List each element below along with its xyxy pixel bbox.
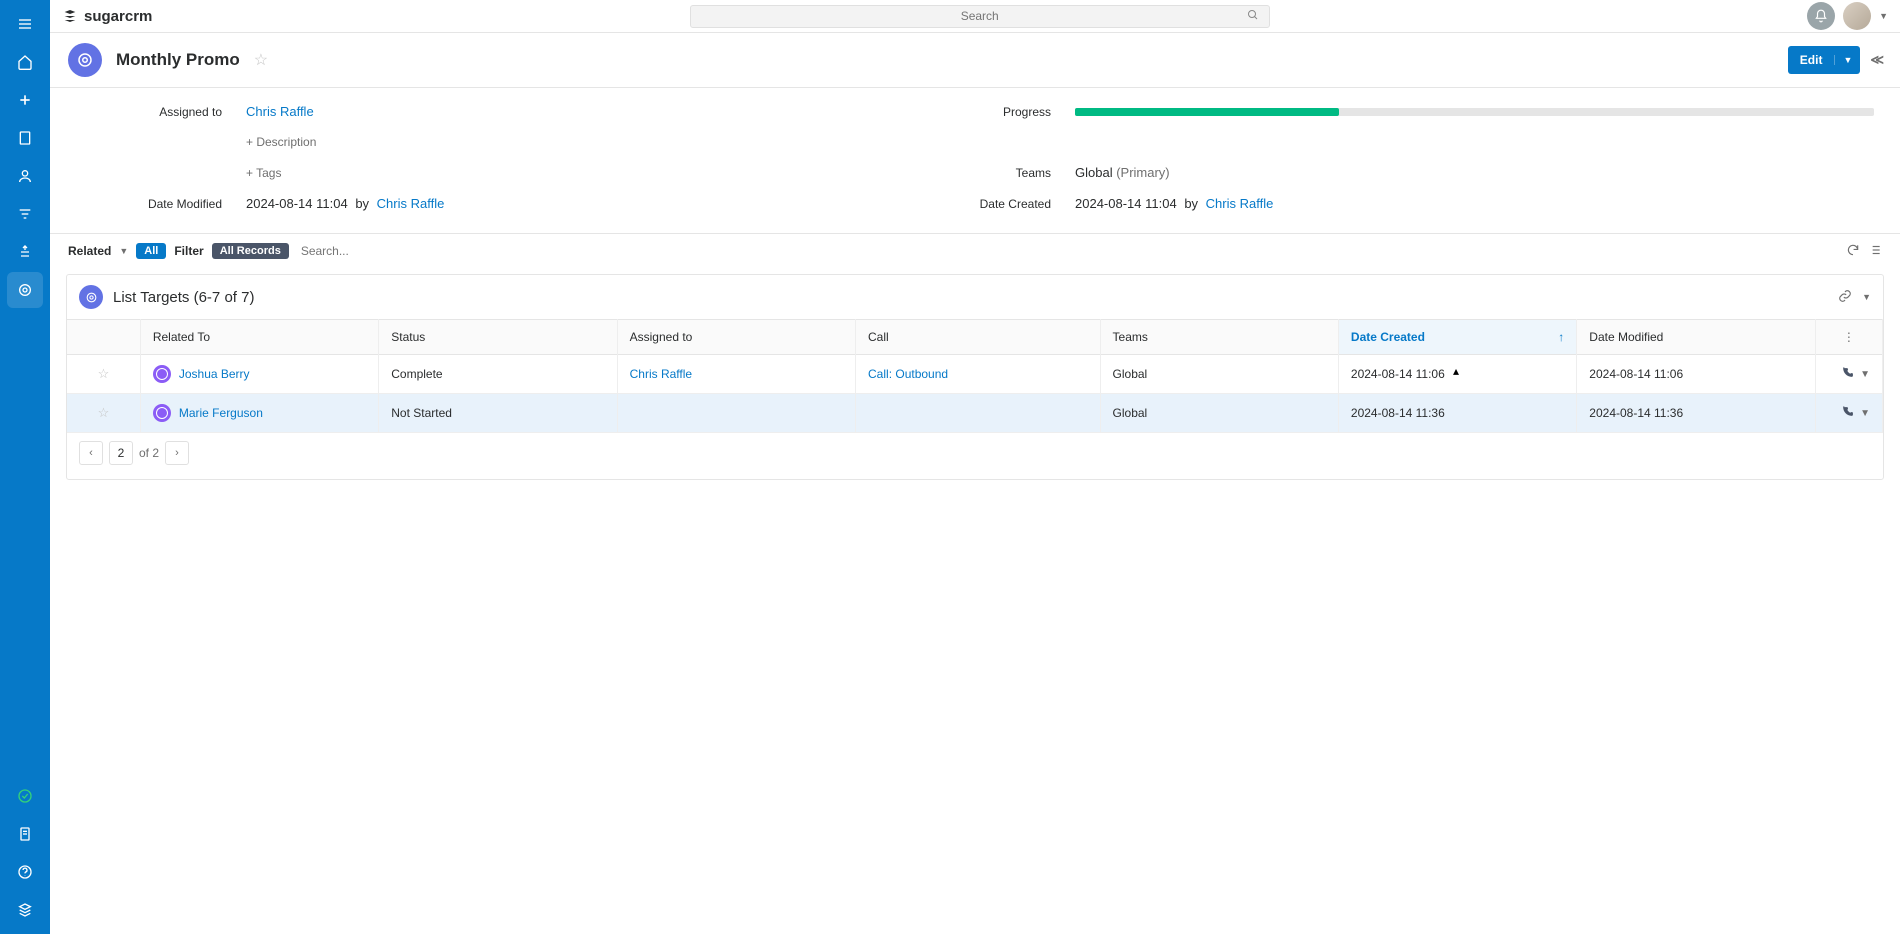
row-menu-chevron[interactable]: ▼ (1860, 408, 1870, 419)
record-title: Monthly Promo (116, 50, 240, 70)
record-details: Assigned to Chris Raffle Progress + Desc… (50, 88, 1900, 234)
row-menu-chevron[interactable]: ▼ (1860, 369, 1870, 380)
home-icon[interactable] (7, 44, 43, 80)
targets-icon[interactable] (7, 272, 43, 308)
global-search[interactable] (690, 5, 1270, 28)
list-targets-panel: List Targets (6-7 of 7) ▼ Related To Sta… (66, 274, 1884, 480)
date-created-cell: 2024-08-14 11:06 (1338, 355, 1576, 394)
status-icon[interactable] (7, 778, 43, 814)
status-cell: Complete (379, 355, 617, 394)
col-assigned-to[interactable]: Assigned to (617, 320, 855, 355)
col-date-created[interactable]: Date Created↑ (1338, 320, 1576, 355)
list-targets-table: Related To Status Assigned to Call Teams… (67, 319, 1883, 433)
assigned-to-link[interactable]: Chris Raffle (630, 367, 692, 381)
brand-text: sugarcrm (84, 8, 152, 25)
plus-icon[interactable] (7, 82, 43, 118)
date-modified-label: Date Modified (76, 197, 246, 211)
filter-search-input[interactable] (297, 240, 1838, 262)
help-icon[interactable] (7, 854, 43, 890)
date-created-label: Date Created (975, 197, 1075, 211)
phone-icon[interactable] (1841, 405, 1854, 421)
person-avatar-icon (153, 365, 171, 383)
col-teams[interactable]: Teams (1100, 320, 1338, 355)
related-label[interactable]: Related (68, 244, 111, 258)
modified-by-link[interactable]: Chris Raffle (377, 196, 445, 211)
date-modified-cell: 2024-08-14 11:36 (1577, 394, 1815, 433)
related-filter-bar: Related ▼ All Filter All Records (50, 234, 1900, 268)
teams-cell: Global (1100, 355, 1338, 394)
panel-chevron-icon[interactable]: ▼ (1862, 292, 1871, 302)
date-created-value: 2024-08-14 11:04 by Chris Raffle (1075, 196, 1273, 211)
add-tags-link[interactable]: + Tags (246, 166, 281, 180)
edit-button[interactable]: Edit ▼ (1788, 46, 1861, 74)
edit-button-label: Edit (1788, 53, 1835, 67)
table-row[interactable]: ☆ Marie Ferguson Not Started Global 2024… (67, 394, 1883, 433)
collapse-panel-icon[interactable]: ≪ (1864, 52, 1884, 68)
assigned-to-value[interactable]: Chris Raffle (246, 104, 314, 119)
status-cell: Not Started (379, 394, 617, 433)
search-input[interactable] (701, 9, 1259, 23)
record-header: Monthly Promo ☆ Edit ▼ ≪ (50, 33, 1900, 88)
user-avatar[interactable] (1843, 2, 1871, 30)
date-modified-value: 2024-08-14 11:04 by Chris Raffle (246, 196, 444, 211)
teams-label: Teams (975, 166, 1075, 180)
row-star-icon[interactable]: ☆ (98, 366, 110, 381)
date-modified-cell: 2024-08-14 11:06 (1577, 355, 1815, 394)
document-icon[interactable] (7, 816, 43, 852)
table-row[interactable]: ☆ Joshua Berry Complete Chris Raffle Cal… (67, 355, 1883, 394)
related-to-link[interactable]: Marie Ferguson (179, 406, 263, 420)
edit-dropdown-icon[interactable]: ▼ (1834, 55, 1860, 65)
column-menu-icon[interactable]: ⋮ (1815, 320, 1882, 355)
col-call[interactable]: Call (856, 320, 1101, 355)
brand-logo: sugarcrm (62, 8, 152, 25)
building-icon[interactable] (7, 120, 43, 156)
prev-page-button[interactable]: ‹ (79, 441, 103, 465)
related-chevron-icon[interactable]: ▼ (119, 246, 128, 256)
page-total: of 2 (139, 446, 159, 460)
favorite-star-icon[interactable]: ☆ (254, 50, 268, 70)
call-link[interactable]: Call: Outbound (868, 367, 948, 381)
list-view-icon[interactable] (1868, 243, 1882, 260)
refresh-icon[interactable] (1846, 243, 1860, 260)
assigned-to-label: Assigned to (76, 105, 246, 119)
col-related-to[interactable]: Related To (140, 320, 378, 355)
teams-cell: Global (1100, 394, 1338, 433)
filter-label: Filter (174, 244, 203, 258)
leads-icon[interactable] (7, 234, 43, 270)
next-page-button[interactable]: › (165, 441, 189, 465)
phone-icon[interactable] (1841, 366, 1854, 382)
progress-label: Progress (975, 105, 1075, 119)
add-description-link[interactable]: + Description (246, 135, 316, 149)
col-status[interactable]: Status (379, 320, 617, 355)
filter-all-records-pill[interactable]: All Records (212, 243, 289, 259)
related-to-link[interactable]: Joshua Berry (179, 367, 250, 381)
notifications-icon[interactable] (1807, 2, 1835, 30)
stack-icon[interactable] (7, 892, 43, 928)
filter-all-pill[interactable]: All (136, 243, 166, 259)
progress-bar (1075, 108, 1874, 116)
created-by-link[interactable]: Chris Raffle (1206, 196, 1274, 211)
person-avatar-icon (153, 404, 171, 422)
link-icon[interactable] (1838, 289, 1852, 306)
sidebar (0, 0, 50, 934)
col-date-modified[interactable]: Date Modified (1577, 320, 1815, 355)
col-favorite (67, 320, 140, 355)
panel-icon (79, 285, 103, 309)
filter-icon[interactable] (7, 196, 43, 232)
progress-fill (1075, 108, 1339, 116)
menu-icon[interactable] (7, 6, 43, 42)
row-star-icon[interactable]: ☆ (98, 405, 110, 420)
topbar: sugarcrm ▼ (50, 0, 1900, 33)
contacts-icon[interactable] (7, 158, 43, 194)
date-created-cell: 2024-08-14 11:36 (1338, 394, 1576, 433)
record-type-icon (68, 43, 102, 77)
pagination: ‹ 2 of 2 › (67, 433, 1883, 473)
user-menu-chevron[interactable]: ▼ (1879, 11, 1888, 21)
search-icon (1247, 9, 1259, 24)
panel-title: List Targets (6-7 of 7) (113, 289, 254, 306)
current-page: 2 (109, 441, 133, 465)
sort-asc-icon: ↑ (1558, 330, 1564, 344)
teams-value: Global (Primary) (1075, 165, 1170, 180)
